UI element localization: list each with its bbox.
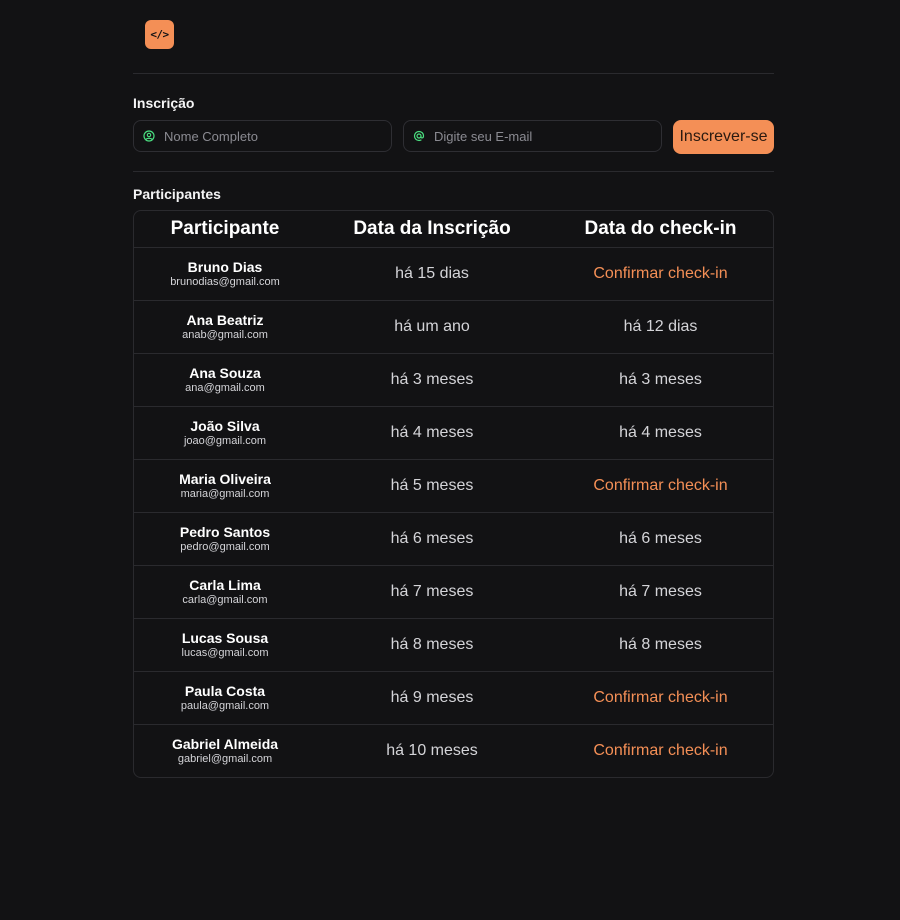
participant-cell: Gabriel Almeida gabriel@gmail.com xyxy=(134,725,316,778)
subscription-date: há 5 meses xyxy=(316,459,548,513)
participant-email: carla@gmail.com xyxy=(182,594,268,606)
subscription-date: há 7 meses xyxy=(316,565,548,619)
participant-name: Gabriel Almeida xyxy=(171,736,279,752)
subscription-date: há 3 meses xyxy=(316,353,548,407)
checkin-date: há 3 meses xyxy=(548,353,773,407)
participant-email: joao@gmail.com xyxy=(183,435,267,447)
column-header-participant: Participante xyxy=(134,211,316,248)
participant-cell: Paula Costa paula@gmail.com xyxy=(134,671,316,725)
participants-section: Participantes Participante Data da Inscr… xyxy=(133,186,774,778)
subscription-date: há 8 meses xyxy=(316,618,548,672)
confirm-checkin-link[interactable]: Confirmar check-in xyxy=(548,459,773,513)
logo-code-icon[interactable]: </> xyxy=(145,20,174,49)
table-header-row: Participante Data da Inscrição Data do c… xyxy=(134,211,773,248)
participant-cell: Carla Lima carla@gmail.com xyxy=(134,565,316,619)
signup-section: Inscrição Inscrever-se xyxy=(133,74,774,172)
participant-name: Ana Beatriz xyxy=(186,312,264,328)
checkin-date: há 6 meses xyxy=(548,512,773,566)
participant-cell: Lucas Sousa lucas@gmail.com xyxy=(134,618,316,672)
subscription-date: há 10 meses xyxy=(386,742,478,759)
participant-email: brunodias@gmail.com xyxy=(170,276,280,288)
participant-name: Lucas Sousa xyxy=(181,630,269,646)
user-circle-icon xyxy=(142,129,156,143)
participant-cell: Bruno Dias brunodias@gmail.com xyxy=(134,247,316,301)
table-row: Ana Souza ana@gmail.com há 3 meses há 3 mes… xyxy=(134,353,773,407)
checkin-date: há 4 meses xyxy=(548,406,773,460)
participant-email: anab@gmail.com xyxy=(182,329,268,341)
table-row: Gabriel Almeida gabriel@gmail.com há 10 me… xyxy=(134,725,773,778)
participant-name: Maria Oliveira xyxy=(179,471,271,487)
participant-name: Paula Costa xyxy=(184,683,266,699)
name-field[interactable] xyxy=(133,120,392,152)
participant-name: Ana Souza xyxy=(189,365,261,381)
participant-email: paula@gmail.com xyxy=(180,700,270,712)
subscription-date: há 15 dias xyxy=(316,247,548,301)
subscription-date: há 6 meses xyxy=(316,512,548,566)
subscription-date: há um ano xyxy=(316,300,548,354)
table-row: Carla Lima carla@gmail.com há 7 meses há 7 … xyxy=(134,565,773,619)
page-container: </> Inscrição Inscrever-se xyxy=(133,0,774,778)
participants-table: Participante Data da Inscrição Data do c… xyxy=(133,210,774,778)
table-row: Pedro Santos pedro@gmail.com há 6 meses há … xyxy=(134,512,773,566)
participant-email: ana@gmail.com xyxy=(185,382,265,394)
participant-cell: Ana Souza ana@gmail.com xyxy=(134,353,316,407)
table-row: Ana Beatriz anab@gmail.com há um ano há 12 … xyxy=(134,300,773,354)
participant-cell: João Silva joao@gmail.com xyxy=(134,406,316,460)
subscription-date: há 9 meses xyxy=(316,671,548,725)
participant-email: gabriel@gmail.com xyxy=(177,753,273,765)
table-row: João Silva joao@gmail.com há 4 meses há 4 m… xyxy=(134,406,773,460)
header: </> xyxy=(133,0,774,74)
participant-name: Carla Lima xyxy=(189,577,261,593)
subscription-date: há 4 meses xyxy=(316,406,548,460)
participant-cell: Maria Oliveira maria@gmail.com xyxy=(134,459,316,513)
participant-name: João Silva xyxy=(190,418,260,434)
participant-email: maria@gmail.com xyxy=(180,488,270,500)
at-sign-icon xyxy=(412,129,426,143)
table-row: Lucas Sousa lucas@gmail.com há 8 meses há 8… xyxy=(134,618,773,672)
participant-name: Bruno Dias xyxy=(187,259,263,275)
confirm-checkin-link[interactable]: Confirmar check-in xyxy=(548,671,773,725)
table-row: Paula Costa paula@gmail.com há 9 meses Conf… xyxy=(134,671,773,725)
column-header-checkin-date: Data do check-in xyxy=(548,211,773,248)
email-input[interactable] xyxy=(434,121,654,151)
checkin-date: há 8 meses xyxy=(548,618,773,672)
participant-email: pedro@gmail.com xyxy=(180,541,270,553)
subscribe-button[interactable]: Inscrever-se xyxy=(673,120,774,154)
checkin-date: há 7 meses xyxy=(548,565,773,619)
participant-cell: Ana Beatriz anab@gmail.com xyxy=(134,300,316,354)
checkin-date: há 12 dias xyxy=(548,300,773,354)
table-row: Maria Oliveira maria@gmail.com há 5 meses C… xyxy=(134,459,773,513)
participants-title: Participantes xyxy=(133,186,221,202)
column-header-subscription-date: Data da Inscrição xyxy=(316,211,548,248)
table-row: Bruno Dias brunodias@gmail.com há 15 dias C… xyxy=(134,247,773,301)
participant-email: lucas@gmail.com xyxy=(181,647,269,659)
signup-title: Inscrição xyxy=(133,95,195,111)
participant-name: Pedro Santos xyxy=(179,524,271,540)
confirm-checkin-link[interactable]: Confirmar check-in xyxy=(548,725,773,778)
name-input[interactable] xyxy=(164,121,384,151)
participant-cell: Pedro Santos pedro@gmail.com xyxy=(134,512,316,566)
email-field[interactable] xyxy=(403,120,662,152)
confirm-checkin-link[interactable]: Confirmar check-in xyxy=(548,247,773,301)
